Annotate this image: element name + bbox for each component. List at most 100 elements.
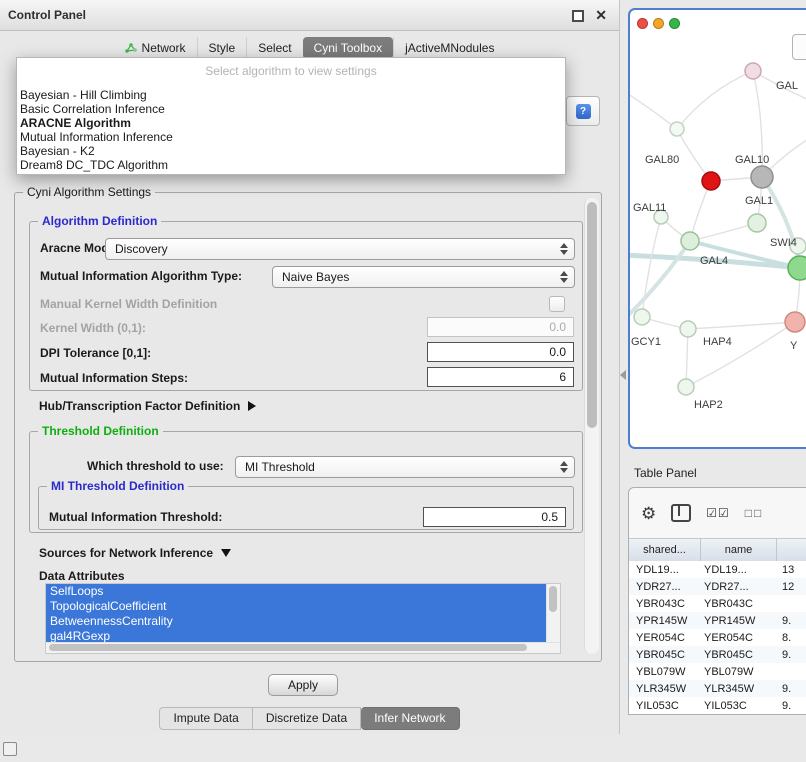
close-icon[interactable]: ✕ [595,7,607,24]
network-node[interactable] [785,312,805,332]
select-all-columns-icon[interactable]: ☑☑ [706,506,730,520]
algorithm-option[interactable]: Mutual Information Inference [19,130,563,144]
table-row[interactable]: YIL053CYIL053C9. [629,697,806,714]
window-close-icon[interactable] [637,18,648,29]
scrollbar-thumb[interactable] [587,202,597,428]
expanded-arrow-icon [221,549,231,557]
table-cell: 9. [777,649,806,661]
which-threshold-select[interactable]: MI Threshold [235,456,575,478]
gear-icon[interactable]: ⚙ [641,505,656,522]
node-label: GAL80 [645,154,679,166]
network-edge[interactable] [642,217,661,317]
network-edge[interactable] [762,177,800,268]
node-label: HAP4 [703,336,732,348]
bottom-tab-discretize-data[interactable]: Discretize Data [253,707,361,730]
kernel-width-field[interactable]: 0.0 [427,317,574,337]
deselect-all-columns-icon[interactable]: □□ [745,506,764,520]
table-row[interactable]: YPR145WYPR145W9. [629,612,806,629]
node-label: Y [790,340,798,352]
network-node[interactable] [788,256,806,280]
node-label: GAL4 [700,255,728,267]
network-edge[interactable] [690,223,757,241]
float-window-icon[interactable] [572,10,584,22]
network-edge[interactable] [686,322,795,387]
table-row[interactable]: YDL19...YDL19...13 [629,561,806,578]
threshold-definition-group: Threshold Definition Which threshold to … [29,431,583,533]
restore-panel-icon[interactable] [3,742,17,756]
network-node[interactable] [751,166,773,188]
mi-steps-label: Mutual Information Steps: [40,371,188,385]
list-item[interactable]: TopologicalCoefficient [46,599,547,614]
table-body: YDL19...YDL19...13YDR27...YDR27...12YBR0… [629,561,806,714]
apply-button[interactable]: Apply [268,674,338,696]
table-row[interactable]: YER054CYER054C8. [629,629,806,646]
hub-definition-section[interactable]: Hub/Transcription Factor Definition [39,399,256,413]
node-label: GCY1 [631,336,661,348]
sources-section[interactable]: Sources for Network Inference [39,546,231,560]
window-zoom-icon[interactable] [669,18,680,29]
control-panel-titlebar[interactable]: Control Panel ✕ [0,0,619,31]
network-node[interactable] [702,172,720,190]
network-node[interactable] [634,309,650,325]
network-view-window: GALGAL80GAL10GAL11GAL1SWI4GAL4GCY1HAP4YH… [628,8,806,449]
network-node[interactable] [678,379,694,395]
mi-threshold-field[interactable]: 0.5 [423,507,566,527]
aracne-mode-select[interactable]: Discovery [105,238,575,260]
network-node[interactable] [680,321,696,337]
tab-label: Network [142,37,186,59]
settings-vertical-scrollbar[interactable] [584,198,599,654]
window-minimize-icon[interactable] [653,18,664,29]
algorithm-info-button[interactable]: ? [566,96,600,126]
tab-select[interactable]: Select [246,37,302,59]
mi-algorithm-type-select[interactable]: Naive Bayes [272,266,575,288]
algorithm-option[interactable]: ARACNE Algorithm [19,116,563,130]
network-node[interactable] [745,63,761,79]
algorithm-option[interactable]: Bayesian - Hill Climbing [19,88,563,102]
manual-kernel-width-checkbox[interactable] [549,296,565,312]
bottom-tab-infer-network[interactable]: Infer Network [361,707,459,730]
tab-jactivemnodules[interactable]: jActiveMNodules [393,37,505,59]
tab-network[interactable]: Network [114,37,197,59]
table-cell: YBR045C [701,649,777,661]
algorithm-option[interactable]: Basic Correlation Inference [19,102,563,116]
dpi-tolerance-field[interactable]: 0.0 [427,342,574,362]
cyni-algorithm-settings-group: Cyni Algorithm Settings Algorithm Defini… [14,192,602,662]
sources-label: Sources for Network Inference [39,546,213,560]
tab-cyni-toolbox[interactable]: Cyni Toolbox [303,37,393,59]
network-edge[interactable] [677,71,753,129]
table-column-header[interactable] [777,539,806,561]
scrollbar-thumb[interactable] [549,586,557,612]
list-item[interactable]: BetweennessCentrality [46,614,547,629]
network-node[interactable] [681,232,699,250]
table-row[interactable]: YBR045CYBR045C9. [629,646,806,663]
table-row[interactable]: YBL079WYBL079W [629,663,806,680]
list-vertical-scrollbar[interactable] [546,584,560,643]
tab-label: Cyni Toolbox [314,37,382,59]
algorithm-option[interactable]: Dream8 DC_TDC Algorithm [19,158,563,172]
data-attributes-list[interactable]: SelfLoopsTopologicalCoefficientBetweenne… [45,583,561,654]
tab-style[interactable]: Style [197,37,247,59]
table-row[interactable]: YLR345WYLR345W9. [629,680,806,697]
network-edge[interactable] [688,322,795,329]
mi-steps-field[interactable]: 6 [427,367,574,387]
algorithm-option[interactable]: Bayesian - K2 [19,144,563,158]
table-row[interactable]: YBR043CYBR043C [629,595,806,612]
table-cell: YIL053C [701,700,777,712]
table-column-header[interactable]: shared... [629,539,701,561]
network-edge[interactable] [630,90,677,129]
columns-icon[interactable] [671,504,691,522]
table-column-header[interactable]: name [701,539,777,561]
network-node[interactable] [670,122,684,136]
table-row[interactable]: YDR27...YDR27...12 [629,578,806,595]
algorithm-definition-title: Algorithm Definition [38,214,161,228]
list-horizontal-scrollbar[interactable] [46,642,560,653]
bottom-tab-impute-data[interactable]: Impute Data [159,707,252,730]
network-node[interactable] [748,214,766,232]
hub-definition-label: Hub/Transcription Factor Definition [39,399,240,413]
scrollbar-thumb[interactable] [49,644,527,651]
network-canvas[interactable]: GALGAL80GAL10GAL11GAL1SWI4GAL4GCY1HAP4YH… [630,30,806,448]
list-item[interactable]: SelfLoops [46,584,547,599]
threshold-definition-title: Threshold Definition [38,424,163,438]
table-cell: YDL19... [629,564,701,576]
panel-collapse-handle-icon[interactable] [620,370,626,380]
